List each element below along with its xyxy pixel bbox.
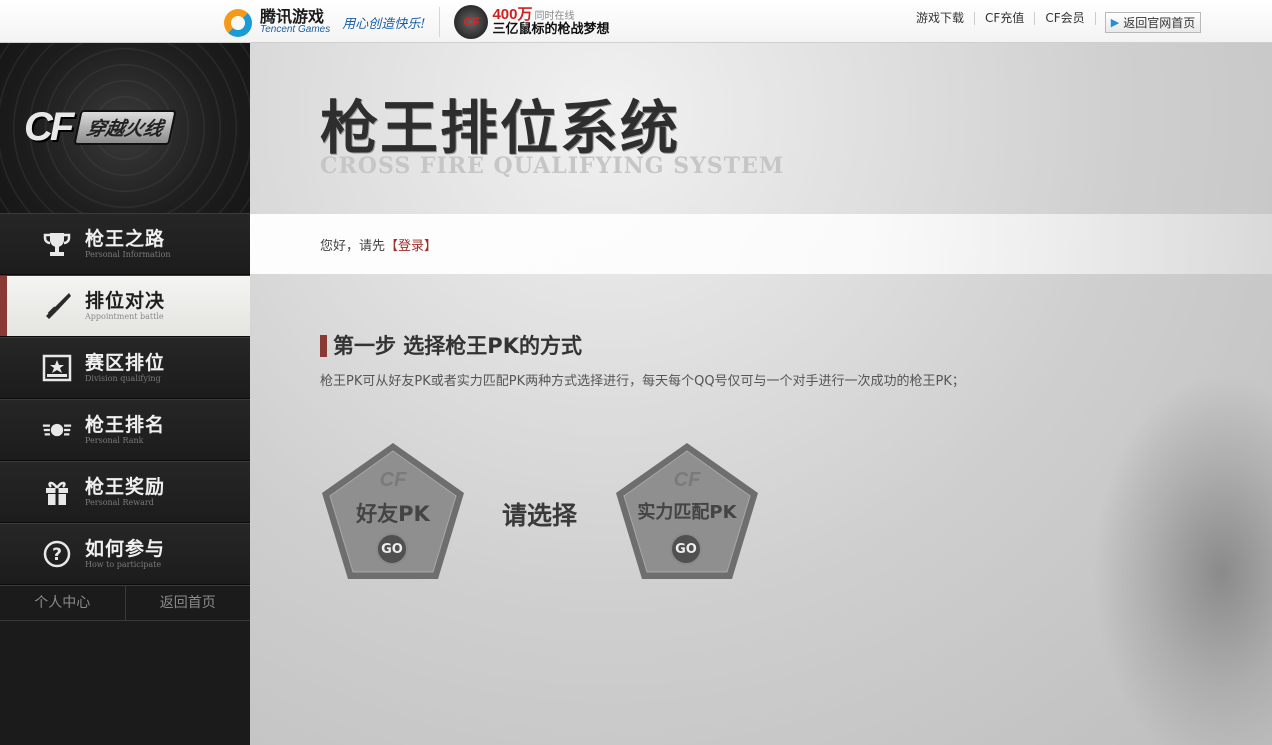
svg-text:CF: CF — [380, 469, 407, 491]
sidebar: CF 穿越火线 枪王之路 Personal Information 排位对决 A… — [0, 43, 250, 745]
sidebar-sub-links: 个人中心 返回首页 — [0, 585, 250, 621]
login-link[interactable]: 【登录】 — [385, 239, 437, 254]
rank-wings-icon — [42, 415, 72, 445]
brand-area: 腾讯游戏 Tencent Games 用心创造快乐! CF 400万 同时在线 三… — [222, 5, 609, 39]
cf-logo-mark: CF — [24, 105, 74, 149]
cf-logo-name: 穿越火线 — [73, 110, 178, 145]
page-title: 枪王排位系统 CROSS FIRE QUALIFYING SYSTEM — [320, 93, 784, 179]
match-pk-option[interactable]: CF 实力匹配PK GO — [614, 441, 760, 581]
sidebar-item-label: 如何参与 — [85, 538, 166, 560]
greeting-bar: 您好，请先【登录】 — [250, 214, 1272, 274]
top-bar: 腾讯游戏 Tencent Games 用心创造快乐! CF 400万 同时在线 三… — [0, 0, 1272, 43]
step-section: 第一步 选择枪王PK的方式 枪王PK可从好友PK或者实力匹配PK两种方式选择进行… — [320, 335, 990, 392]
page-title-en: CROSS FIRE QUALIFYING SYSTEM — [320, 153, 785, 179]
sidebar-item-label: 排位对决 — [85, 290, 166, 312]
return-home-label: 返回官网首页 — [1123, 16, 1196, 30]
svg-text:?: ? — [52, 545, 62, 565]
match-pk-label: 实力匹配PK — [637, 502, 737, 523]
gift-icon — [42, 477, 72, 507]
step-title: 第一步 选择枪王PK的方式 — [320, 335, 990, 357]
greeting: 您好，请先【登录】 — [320, 235, 437, 254]
friend-pk-option[interactable]: CF 好友PK GO — [320, 441, 466, 581]
online-ad[interactable]: 400万 同时在线 三亿鼠标的枪战梦想 — [492, 7, 609, 36]
tencent-games-logo-icon[interactable] — [222, 5, 258, 39]
link-cf-recharge[interactable]: CF充值 — [975, 12, 1036, 25]
sidebar-item-label: 枪王奖励 — [85, 476, 166, 498]
division-icon — [42, 353, 72, 383]
tencent-games-en: Tencent Games — [260, 24, 331, 35]
ad-count: 400万 — [492, 6, 533, 24]
slogan: 用心创造快乐! — [342, 16, 426, 32]
sidebar-item-division[interactable]: 赛区排位 Division qualifying — [0, 337, 250, 399]
tencent-games-cn: 腾讯游戏 — [260, 7, 325, 26]
chevron-right-icon: ▶ — [1110, 16, 1120, 29]
sidebar-item-sublabel: Personal Information — [85, 250, 171, 259]
sidebar-item-sublabel: Appointment battle — [85, 312, 164, 321]
sidebar-item-sublabel: How to participate — [85, 560, 162, 569]
link-game-download[interactable]: 游戏下载 — [906, 12, 976, 25]
return-home-button[interactable]: ▶ 返回官网首页 — [1105, 12, 1201, 33]
question-icon: ? — [42, 539, 72, 569]
tencent-games-text[interactable]: 腾讯游戏 Tencent Games — [260, 9, 330, 35]
sidebar-logo-area: CF 穿越火线 — [0, 43, 250, 213]
sidebar-item-howto[interactable]: ? 如何参与 How to participate — [0, 523, 250, 585]
trophy-icon — [42, 229, 72, 259]
ad-online: 同时在线 — [534, 11, 575, 23]
choose-prompt: 请选择 — [502, 501, 578, 530]
match-pk-go-button[interactable]: GO — [670, 533, 702, 565]
friend-pk-label: 好友PK — [356, 502, 430, 526]
link-return-home[interactable]: 返回首页 — [126, 586, 251, 620]
ad-tagline: 三亿鼠标的枪战梦想 — [492, 22, 610, 38]
svg-text:CF: CF — [674, 469, 701, 491]
sidebar-item-road[interactable]: 枪王之路 Personal Information — [0, 213, 250, 275]
sidebar-item-label: 赛区排位 — [85, 352, 166, 374]
sidebar-item-label: 枪王之路 — [85, 228, 166, 250]
step-description: 枪王PK可从好友PK或者实力匹配PK两种方式选择进行，每天每个QQ号仅可与一个对… — [320, 374, 965, 389]
main-content: 枪王排位系统 CROSS FIRE QUALIFYING SYSTEM 您好，请… — [250, 43, 1272, 745]
sidebar-item-rank[interactable]: 枪王排名 Personal Rank — [0, 399, 250, 461]
top-links: 游戏下载 CF充值 CF会员 — [906, 12, 1272, 25]
sidebar-item-battle[interactable]: 排位对决 Appointment battle — [0, 275, 250, 337]
sidebar-item-sublabel: Personal Rank — [85, 436, 144, 445]
cf-logo[interactable]: CF 穿越火线 — [24, 105, 178, 150]
sidebar-item-reward[interactable]: 枪王奖励 Personal Reward — [0, 461, 250, 523]
sidebar-item-sublabel: Personal Reward — [85, 498, 154, 507]
link-cf-member[interactable]: CF会员 — [1035, 12, 1096, 25]
greeting-text: 您好，请先 — [320, 239, 386, 254]
knife-icon — [42, 291, 72, 321]
background-smoke — [1092, 373, 1272, 745]
sidebar-item-sublabel: Division qualifying — [85, 374, 161, 383]
link-personal-center[interactable]: 个人中心 — [0, 586, 126, 620]
sidebar-item-label: 枪王排名 — [85, 414, 166, 436]
cf-badge-icon[interactable]: CF — [454, 5, 489, 39]
divider — [439, 7, 441, 37]
friend-pk-go-button[interactable]: GO — [376, 533, 408, 565]
